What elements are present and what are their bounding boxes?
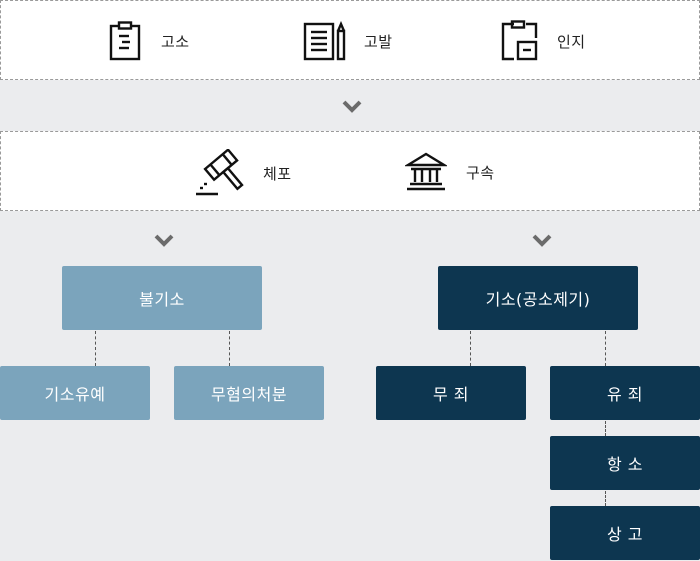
indictment-box: 기소(공소제기) (438, 266, 638, 330)
gavel-icon (194, 149, 246, 197)
no-charge-box: 무혐의처분 (174, 366, 324, 420)
item-accusation: 고발 (303, 21, 393, 61)
clipboard-icon (108, 21, 142, 61)
detention-label: 구속 (466, 163, 495, 182)
not-guilty-box: 무 죄 (376, 366, 526, 420)
non-indictment-box: 불기소 (62, 266, 262, 330)
item-detention: 구속 (405, 152, 495, 192)
connector-line (95, 331, 96, 366)
cognizance-label: 인지 (557, 32, 586, 51)
custody-panel: 체포 구속 (0, 131, 700, 211)
final-appeal-box: 상 고 (550, 506, 700, 560)
chevron-down-icon (532, 234, 552, 247)
clipboard-box-icon (500, 20, 540, 62)
report-type-panel: 고소 고발 인지 (0, 0, 700, 80)
connector-line (605, 331, 606, 366)
item-complaint: 고소 (108, 21, 190, 61)
chevron-down-icon (342, 100, 362, 113)
item-arrest: 체포 (194, 149, 292, 197)
item-cognizance: 인지 (500, 20, 586, 62)
connector-line (605, 421, 606, 436)
arrest-label: 체포 (263, 164, 292, 183)
chevron-down-icon (154, 234, 174, 247)
guilty-box: 유 죄 (550, 366, 700, 420)
connector-line (470, 331, 471, 366)
appeal-box: 항 소 (550, 436, 700, 490)
courthouse-icon (405, 152, 447, 192)
complaint-label: 고소 (161, 32, 190, 51)
accusation-label: 고발 (364, 32, 393, 51)
document-pen-icon (303, 21, 349, 61)
connector-line (229, 331, 230, 366)
connector-line (605, 491, 606, 506)
suspended-indictment-box: 기소유예 (0, 366, 150, 420)
